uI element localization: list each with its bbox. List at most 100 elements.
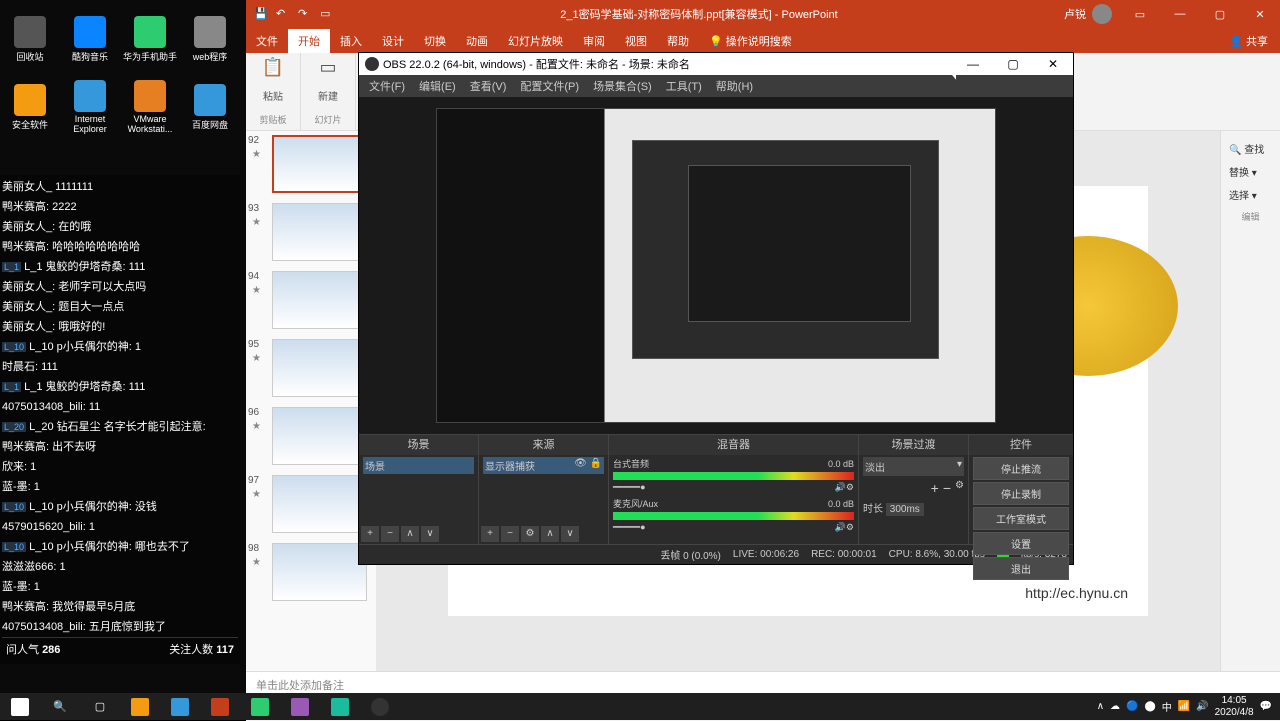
new-slide-button[interactable]: ▭ — [319, 57, 336, 78]
tab-file[interactable]: 文件 — [246, 29, 288, 53]
source-up-button[interactable]: ∧ — [541, 526, 559, 542]
redo-icon[interactable]: ↷ — [298, 7, 312, 21]
notifications-icon[interactable]: 💬 — [1260, 701, 1272, 712]
paste-button[interactable]: 📋 — [262, 57, 284, 78]
share-button[interactable]: 👤 共享 — [1217, 33, 1280, 49]
tab-view[interactable]: 视图 — [615, 29, 657, 53]
remove-scene-button[interactable]: − — [381, 526, 399, 542]
slide-thumb[interactable]: 96★ — [250, 407, 372, 465]
search-icon[interactable]: 🔍 — [40, 693, 80, 720]
duration-input[interactable]: 300ms — [886, 503, 924, 516]
close-button[interactable]: ✕ — [1240, 0, 1280, 28]
desktop-icon[interactable]: 百度网盘 — [180, 73, 240, 141]
stop-stream-button[interactable]: 停止推流 — [973, 457, 1069, 480]
maximize-button[interactable]: ▢ — [1200, 0, 1240, 28]
gear-icon[interactable]: ⚙ — [846, 482, 854, 493]
source-item[interactable]: 显示器捕获👁 🔒 — [483, 457, 604, 474]
chat-line: L_10 L_10 p小兵偶尔的神: 没钱 — [2, 497, 238, 517]
slide-thumb[interactable]: 98★ — [250, 543, 372, 601]
tray-chevron-icon[interactable]: ∧ — [1097, 701, 1104, 712]
volume-icon[interactable]: 🔊 — [1196, 701, 1208, 712]
slide-thumb[interactable]: 92★ — [250, 135, 372, 193]
tab-review[interactable]: 审阅 — [573, 29, 615, 53]
volume-slider[interactable]: ━━━━━● — [613, 482, 835, 493]
add-scene-button[interactable]: + — [361, 526, 379, 542]
menu-edit[interactable]: 编辑(E) — [413, 76, 462, 96]
tab-slideshow[interactable]: 幻灯片放映 — [498, 29, 573, 53]
stop-record-button[interactable]: 停止录制 — [973, 482, 1069, 505]
transition-props-icon[interactable]: ⚙ — [955, 480, 964, 496]
desktop-icon[interactable]: web程序 — [180, 5, 240, 73]
source-props-button[interactable]: ⚙ — [521, 526, 539, 542]
mute-icon[interactable]: 🔊 — [835, 482, 846, 493]
find-button[interactable]: 🔍 查找 — [1227, 137, 1274, 160]
source-down-button[interactable]: ∨ — [561, 526, 579, 542]
add-source-button[interactable]: + — [481, 526, 499, 542]
replace-button[interactable]: 替换 ▾ — [1227, 160, 1274, 183]
scene-down-button[interactable]: ∨ — [421, 526, 439, 542]
scene-item[interactable]: 场景 — [363, 457, 474, 474]
desktop-icon[interactable]: 华为手机助手 — [120, 5, 180, 73]
settings-button[interactable]: 设置 — [973, 532, 1069, 555]
tab-animations[interactable]: 动画 — [456, 29, 498, 53]
exit-button[interactable]: 退出 — [973, 557, 1069, 580]
save-icon[interactable]: 💾 — [254, 7, 268, 21]
taskbar-app[interactable] — [160, 693, 200, 720]
desktop-icon[interactable]: 酷狗音乐 — [60, 5, 120, 73]
tray-icon[interactable]: ⬤ — [1145, 701, 1156, 712]
eye-icon[interactable]: 👁 🔒 — [574, 458, 602, 473]
task-view-icon[interactable]: ▢ — [80, 693, 120, 720]
slide-thumbnails[interactable]: 92★ 93★ 94★ 95★ 96★ 97★ 98★ — [246, 131, 376, 671]
slideshow-icon[interactable]: ▭ — [320, 7, 334, 21]
minimize-button[interactable]: — — [1160, 0, 1200, 28]
menu-profile[interactable]: 配置文件(P) — [514, 76, 585, 96]
transition-select[interactable]: 淡出▾ — [863, 457, 964, 476]
slide-thumb[interactable]: 94★ — [250, 271, 372, 329]
tab-design[interactable]: 设计 — [372, 29, 414, 53]
taskbar-app[interactable] — [320, 693, 360, 720]
taskbar-app[interactable] — [280, 693, 320, 720]
ime-icon[interactable]: 中 — [1162, 699, 1172, 714]
studio-mode-button[interactable]: 工作室模式 — [973, 507, 1069, 530]
tab-transitions[interactable]: 切换 — [414, 29, 456, 53]
tray-icon[interactable]: ☁ — [1110, 701, 1120, 712]
start-button[interactable] — [0, 693, 40, 720]
desktop-icon[interactable]: VMware Workstati... — [120, 73, 180, 141]
tell-me[interactable]: 💡 操作说明搜索 — [699, 29, 802, 53]
remove-source-button[interactable]: − — [501, 526, 519, 542]
tray-icon[interactable]: 🔵 — [1126, 701, 1138, 712]
menu-file[interactable]: 文件(F) — [363, 76, 411, 96]
tab-help[interactable]: 帮助 — [657, 29, 699, 53]
remove-transition-button[interactable]: − — [943, 480, 951, 496]
undo-icon[interactable]: ↶ — [276, 7, 290, 21]
slide-thumb[interactable]: 97★ — [250, 475, 372, 533]
obs-preview[interactable] — [359, 97, 1073, 434]
clock[interactable]: 14:052020/4/8 — [1215, 695, 1254, 719]
tab-insert[interactable]: 插入 — [330, 29, 372, 53]
volume-slider[interactable]: ━━━━━● — [613, 522, 835, 533]
menu-help[interactable]: 帮助(H) — [710, 76, 759, 96]
ribbon-options-icon[interactable]: ▭ — [1120, 0, 1160, 28]
taskbar-obs[interactable] — [360, 693, 400, 720]
slide-thumb[interactable]: 95★ — [250, 339, 372, 397]
menu-tools[interactable]: 工具(T) — [660, 76, 708, 96]
network-icon[interactable]: 📶 — [1178, 701, 1190, 712]
taskbar-powerpoint[interactable] — [200, 693, 240, 720]
slide-thumb[interactable]: 93★ — [250, 203, 372, 261]
avatar[interactable] — [1092, 4, 1112, 24]
maximize-button[interactable]: ▢ — [993, 53, 1033, 75]
desktop-icon[interactable]: 安全软件 — [0, 73, 60, 141]
menu-scenes[interactable]: 场景集合(S) — [587, 76, 658, 96]
menu-view[interactable]: 查看(V) — [464, 76, 513, 96]
tab-home[interactable]: 开始 — [288, 29, 330, 53]
taskbar-app[interactable] — [120, 693, 160, 720]
desktop-icon[interactable]: Internet Explorer — [60, 73, 120, 141]
gear-icon[interactable]: ⚙ — [846, 522, 854, 533]
mute-icon[interactable]: 🔊 — [835, 522, 846, 533]
select-button[interactable]: 选择 ▾ — [1227, 183, 1274, 206]
desktop-icon[interactable]: 回收站 — [0, 5, 60, 73]
taskbar-app[interactable] — [240, 693, 280, 720]
add-transition-button[interactable]: + — [931, 480, 939, 496]
close-button[interactable]: ✕ — [1033, 53, 1073, 75]
scene-up-button[interactable]: ∧ — [401, 526, 419, 542]
